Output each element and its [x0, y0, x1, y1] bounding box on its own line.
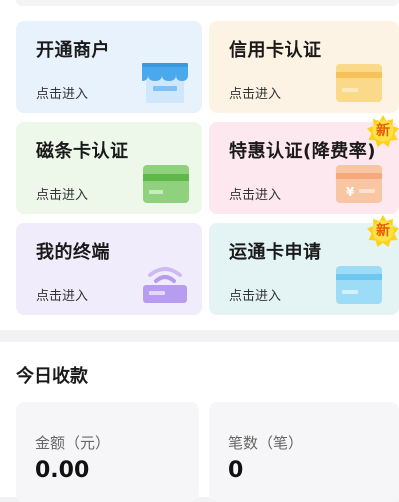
storefront-icon [142, 63, 188, 103]
count-stat-card: 笔数（笔） 0 [209, 402, 399, 502]
card-subtitle: 点击进入 [36, 289, 89, 304]
card-my-terminals[interactable]: 我的终端 点击进入 [16, 223, 202, 315]
card-title: 信用卡认证 [229, 40, 322, 61]
section-title: 今日收款 [16, 366, 88, 387]
card-subtitle: 点击进入 [229, 87, 282, 102]
amex-card-icon [336, 266, 382, 304]
card-title: 磁条卡认证 [36, 141, 129, 162]
new-badge: 新 [367, 115, 399, 147]
section-divider [0, 330, 399, 342]
card-subtitle: 点击进入 [229, 289, 282, 304]
wireless-terminal-icon [143, 267, 187, 303]
amount-stat-card: 金额（元） 0.00 [16, 402, 199, 502]
credit-card-icon [336, 64, 382, 102]
magstripe-card-icon [143, 165, 189, 203]
count-label: 笔数（笔） [228, 434, 304, 452]
yen-card-icon: ¥ [336, 165, 382, 203]
count-value: 0 [228, 458, 244, 483]
amount-value: 0.00 [35, 458, 90, 483]
card-subtitle: 点击进入 [36, 87, 89, 102]
svg-text:¥: ¥ [346, 185, 355, 199]
previous-section-edge [16, 0, 399, 6]
card-title: 开通商户 [36, 40, 110, 61]
services-panel: 开通商户 点击进入 信用卡认证 点击进入 磁条卡认证 点击进入 特惠认证(降费率… [0, 0, 399, 330]
card-magstripe-auth[interactable]: 磁条卡认证 点击进入 [16, 122, 202, 214]
card-subtitle: 点击进入 [36, 188, 89, 203]
card-open-merchant[interactable]: 开通商户 点击进入 [16, 21, 202, 113]
today-receipts-panel: 今日收款 金额（元） 0.00 笔数（笔） 0 [0, 342, 399, 502]
card-title: 运通卡申请 [229, 242, 322, 263]
amount-label: 金额（元） [35, 434, 111, 452]
card-title: 特惠认证(降费率) [229, 141, 376, 162]
card-credit-card-auth[interactable]: 信用卡认证 点击进入 [209, 21, 399, 113]
new-badge: 新 [367, 215, 399, 247]
card-subtitle: 点击进入 [229, 188, 282, 203]
card-title: 我的终端 [36, 242, 110, 263]
